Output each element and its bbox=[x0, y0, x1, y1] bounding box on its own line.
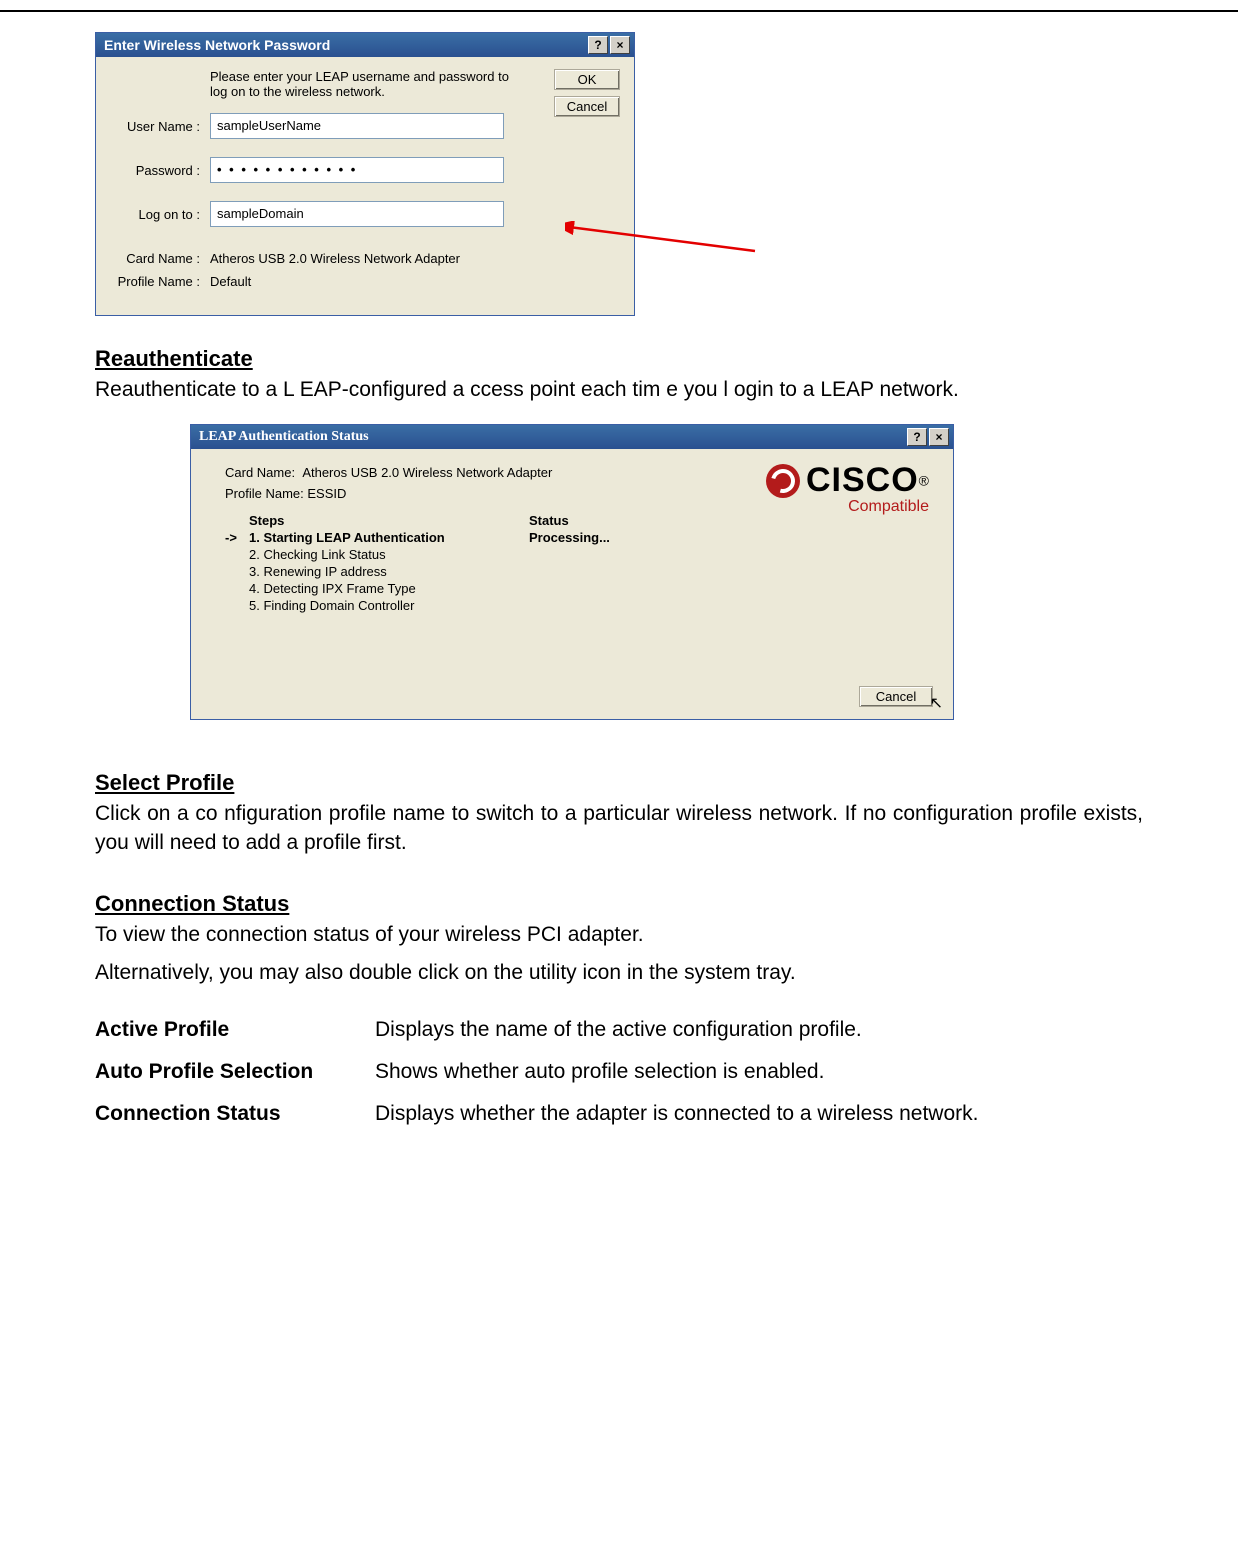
definition-row: Active ProfileDisplays the name of the a… bbox=[95, 1018, 1143, 1042]
close-button[interactable]: × bbox=[929, 428, 949, 446]
cursor-icon: ↖ bbox=[930, 693, 943, 713]
step-item: 5. Finding Domain Controller bbox=[225, 598, 529, 613]
reauthenticate-heading: Reauthenticate bbox=[95, 346, 1143, 372]
cardname-label: Card Name : bbox=[110, 251, 210, 266]
step-item: 2. Checking Link Status bbox=[225, 547, 529, 562]
cardname-value: Atheros USB 2.0 Wireless Network Adapter bbox=[210, 251, 460, 266]
close-button[interactable]: × bbox=[610, 36, 630, 54]
cancel-button[interactable]: Cancel bbox=[554, 96, 620, 117]
definition-term: Active Profile bbox=[95, 1018, 375, 1042]
password-input[interactable]: • • • • • • • • • • • • bbox=[210, 157, 504, 183]
definition-row: Connection StatusDisplays whether the ad… bbox=[95, 1102, 1143, 1126]
step-item: 1. Starting LEAP Authentication bbox=[225, 530, 529, 545]
dialog2-title: LEAP Authentication Status bbox=[199, 429, 369, 445]
logon-label: Log on to : bbox=[110, 207, 210, 222]
definition-desc: Displays the name of the active configur… bbox=[375, 1018, 1143, 1042]
profile-value: ESSID bbox=[307, 486, 346, 501]
cisco-logo: CISCO® Compatible bbox=[766, 461, 929, 516]
steps-header: Steps bbox=[225, 513, 529, 528]
username-label: User Name : bbox=[110, 119, 210, 134]
red-arrow-icon bbox=[565, 221, 765, 261]
connection-status-body2: Alternatively, you may also double click… bbox=[95, 959, 1143, 987]
definition-term: Connection Status bbox=[95, 1102, 375, 1126]
definition-desc: Displays whether the adapter is connecte… bbox=[375, 1102, 1143, 1126]
connection-status-body: To view the connection status of your wi… bbox=[95, 921, 1143, 949]
help-button[interactable]: ? bbox=[907, 428, 927, 446]
step-item: 3. Renewing IP address bbox=[225, 564, 529, 579]
ok-button[interactable]: OK bbox=[554, 69, 620, 90]
cancel-button[interactable]: Cancel bbox=[859, 686, 933, 707]
profilename-label: Profile Name : bbox=[110, 274, 210, 289]
cisco-swirl-icon bbox=[766, 464, 800, 498]
reauthenticate-body: Reauthenticate to a L EAP-configured a c… bbox=[95, 376, 1143, 404]
help-button[interactable]: ? bbox=[588, 36, 608, 54]
connection-status-heading: Connection Status bbox=[95, 891, 1143, 917]
status-header: Status bbox=[529, 513, 569, 528]
leap-status-dialog: LEAP Authentication Status ? × CISCO® Co… bbox=[190, 424, 954, 720]
dialog-title: Enter Wireless Network Password bbox=[104, 37, 330, 53]
password-dialog: Enter Wireless Network Password ? × OK C… bbox=[95, 32, 635, 316]
profile-label: Profile Name: bbox=[225, 486, 304, 501]
password-label: Password : bbox=[110, 163, 210, 178]
step-status: Processing... bbox=[529, 530, 610, 545]
card-label: Card Name: bbox=[225, 465, 295, 480]
logon-input[interactable]: sampleDomain bbox=[210, 201, 504, 227]
dialog-titlebar: Enter Wireless Network Password ? × bbox=[96, 33, 634, 57]
card-value: Atheros USB 2.0 Wireless Network Adapter bbox=[302, 465, 552, 480]
step-item: 4. Detecting IPX Frame Type bbox=[225, 581, 529, 596]
select-profile-body: Click on a co nfiguration profile name t… bbox=[95, 800, 1143, 857]
dialog2-titlebar: LEAP Authentication Status ? × bbox=[191, 425, 953, 449]
profilename-value: Default bbox=[210, 274, 251, 289]
definition-row: Auto Profile SelectionShows whether auto… bbox=[95, 1060, 1143, 1084]
cisco-compatible: Compatible bbox=[766, 498, 929, 516]
definition-desc: Shows whether auto profile selection is … bbox=[375, 1060, 1143, 1084]
username-input[interactable]: sampleUserName bbox=[210, 113, 504, 139]
definition-term: Auto Profile Selection bbox=[95, 1060, 375, 1084]
cisco-text: CISCO bbox=[806, 461, 919, 499]
select-profile-heading: Select Profile bbox=[95, 770, 1143, 796]
dialog-instruction: Please enter your LEAP username and pass… bbox=[210, 69, 510, 99]
